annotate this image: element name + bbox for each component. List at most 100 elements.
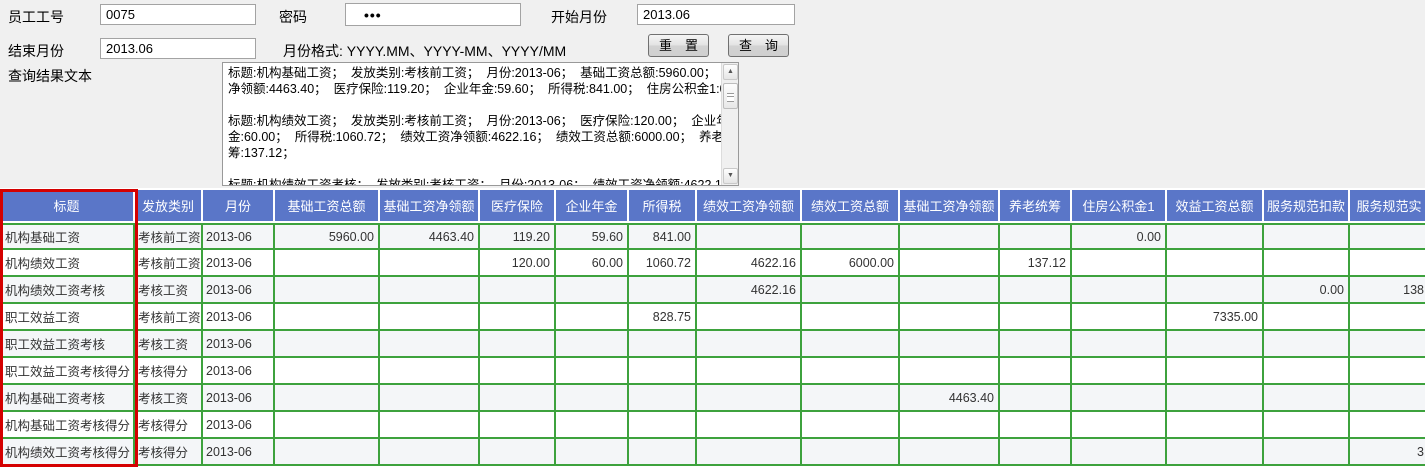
table-cell [1000, 304, 1072, 331]
table-row: 机构基础工资考核得分考核得分2013-06 [0, 412, 1425, 439]
column-header: 养老统筹 [1000, 190, 1072, 223]
start-month-input[interactable] [637, 4, 795, 25]
table-cell [1000, 331, 1072, 358]
query-result-textarea[interactable]: 标题:机构基础工资； 发放类别:考核前工资； 月份:2013-06； 基础工资总… [222, 62, 739, 186]
table-cell: 3 [1350, 439, 1425, 466]
password-label: 密码 [279, 7, 307, 27]
query-button[interactable]: 查 询 [728, 34, 789, 57]
table-row: 机构绩效工资考核得分考核得分2013-063 [0, 439, 1425, 466]
table-cell: 6000.00 [802, 250, 900, 277]
table-cell: 4622.16 [697, 250, 802, 277]
column-header: 标题 [0, 190, 135, 223]
table-cell [1072, 358, 1167, 385]
table-cell [1350, 304, 1425, 331]
table-cell [1072, 412, 1167, 439]
table-cell [1000, 412, 1072, 439]
password-input[interactable] [345, 3, 521, 26]
table-cell [556, 439, 629, 466]
column-header: 基础工资净领额 [380, 190, 480, 223]
table-cell: 59.60 [556, 223, 629, 250]
table-cell: 2013-06 [203, 385, 275, 412]
column-header: 绩效工资总额 [802, 190, 900, 223]
table-cell: 考核得分 [135, 358, 203, 385]
table-cell [275, 412, 380, 439]
results-table-container: 标题发放类别月份基础工资总额基础工资净领额医疗保险企业年金所得税绩效工资净领额绩… [0, 188, 1425, 470]
table-cell [380, 250, 480, 277]
table-cell: 2013-06 [203, 277, 275, 304]
table-cell [480, 412, 556, 439]
table-cell [1264, 412, 1350, 439]
table-cell [1350, 331, 1425, 358]
table-cell [1167, 331, 1264, 358]
employee-id-input[interactable] [100, 4, 256, 25]
table-cell [275, 304, 380, 331]
column-header: 所得税 [629, 190, 697, 223]
table-cell [556, 412, 629, 439]
table-row: 职工效益工资考核得分考核得分2013-06 [0, 358, 1425, 385]
table-cell: 2013-06 [203, 412, 275, 439]
table-cell [380, 358, 480, 385]
table-cell: 机构绩效工资考核 [0, 277, 135, 304]
table-cell [1072, 250, 1167, 277]
month-format-hint: 月份格式: YYYY.MM、YYYY-MM、YYYY/MM [283, 41, 566, 61]
scroll-up-icon[interactable]: ▲ [723, 64, 738, 80]
table-cell: 120.00 [480, 250, 556, 277]
table-row: 机构基础工资考核前工资2013-065960.004463.40119.2059… [0, 223, 1425, 250]
column-header: 绩效工资净领额 [697, 190, 802, 223]
table-cell [697, 412, 802, 439]
table-cell [802, 304, 900, 331]
table-cell [1167, 250, 1264, 277]
table-cell [1000, 277, 1072, 304]
table-cell [697, 223, 802, 250]
column-header: 基础工资净领额 [900, 190, 1000, 223]
table-cell: 机构绩效工资考核得分 [0, 439, 135, 466]
table-cell [480, 439, 556, 466]
table-cell: 5960.00 [275, 223, 380, 250]
table-cell: 2013-06 [203, 439, 275, 466]
table-cell: 7335.00 [1167, 304, 1264, 331]
reset-button[interactable]: 重 置 [648, 34, 709, 57]
table-cell [380, 412, 480, 439]
table-cell: 考核工资 [135, 331, 203, 358]
table-cell [629, 412, 697, 439]
table-cell [802, 277, 900, 304]
table-cell: 841.00 [629, 223, 697, 250]
column-header: 服务规范扣款 [1264, 190, 1350, 223]
column-header: 医疗保险 [480, 190, 556, 223]
table-cell: 考核得分 [135, 412, 203, 439]
table-cell: 2013-06 [203, 358, 275, 385]
table-cell [1000, 439, 1072, 466]
table-cell [275, 250, 380, 277]
table-cell: 机构绩效工资 [0, 250, 135, 277]
table-cell: 2013-06 [203, 331, 275, 358]
table-cell: 职工效益工资考核得分 [0, 358, 135, 385]
table-cell [1350, 358, 1425, 385]
table-cell [1350, 223, 1425, 250]
table-cell [380, 385, 480, 412]
header-row: 标题发放类别月份基础工资总额基础工资净领额医疗保险企业年金所得税绩效工资净领额绩… [0, 190, 1425, 223]
table-cell [900, 277, 1000, 304]
vertical-scrollbar[interactable]: ▲ ▼ [721, 63, 738, 185]
table-cell [275, 358, 380, 385]
table-cell [556, 331, 629, 358]
scrollbar-thumb[interactable] [723, 83, 738, 109]
table-cell [900, 412, 1000, 439]
table-cell [802, 412, 900, 439]
table-cell [480, 385, 556, 412]
table-cell [380, 439, 480, 466]
table-cell: 机构基础工资 [0, 223, 135, 250]
table-cell [1264, 304, 1350, 331]
scroll-down-icon[interactable]: ▼ [723, 168, 738, 184]
table-cell: 0.00 [1264, 277, 1350, 304]
table-cell: 4463.40 [380, 223, 480, 250]
end-month-input[interactable] [100, 38, 256, 59]
table-cell [1167, 385, 1264, 412]
table-cell [1350, 385, 1425, 412]
table-row: 机构基础工资考核考核工资2013-064463.40 [0, 385, 1425, 412]
table-cell [480, 277, 556, 304]
table-cell: 138 [1350, 277, 1425, 304]
table-cell: 机构基础工资考核得分 [0, 412, 135, 439]
table-cell [1000, 223, 1072, 250]
table-cell: 考核前工资 [135, 304, 203, 331]
table-cell: 职工效益工资考核 [0, 331, 135, 358]
